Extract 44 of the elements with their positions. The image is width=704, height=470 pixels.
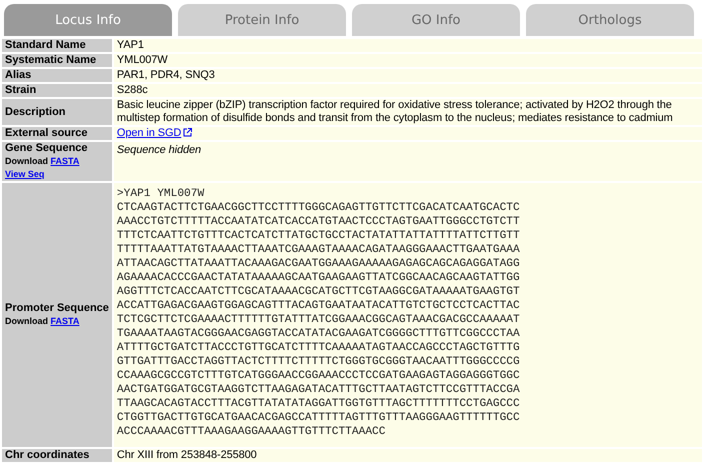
field-label: Description — [5, 106, 66, 118]
sequence-line: CTCAAGTACTTCTGAACGGCTTCCTTTTGGGCAGAGTTGTTCTTCGACATCAATGCACTC — [116, 201, 521, 215]
sequence-line: TTTCTCAATTCTGTTTCACTCATCTTATGCTGCCTACTATATTATTATTTTATTCTTGTT — [116, 229, 521, 243]
fasta-link[interactable]: FASTA — [50, 316, 80, 326]
sequence-line: AGAAAACACCCGAACTATATAAAAAGCAATGAAGAAGTTATCGGCAACAGCAAGTATTGG — [116, 271, 521, 285]
tab[interactable]: Protein Info — [178, 4, 346, 36]
field-value: YML007W — [116, 54, 168, 66]
sequence-line: AACTGATGGATGCGTAAGGTCTTAAGAGATACATTTGCTTAATAGTCTTCCGTTTACCGA — [116, 383, 521, 397]
download-label: Download — [5, 156, 48, 166]
sequence-line: TTTTTAAATTATGTAAAACTTAAATCGAAAGTAAAACAGATAAGGGAAACTTGAATGAAA — [116, 243, 521, 257]
sequence-status: Sequence hidden — [116, 143, 202, 158]
field-label: Promoter Sequence — [5, 302, 109, 314]
sequence-line: TCTCGCTTCTCGAAAACTTTTTTGTATTTATCGGAAACGGCAGTAAACGACGCCAAAAAT — [116, 313, 521, 327]
field-value: S288c — [116, 84, 148, 96]
sequence-line: TTAAGCACAGTACCTTTACGTTATATATAGGATTGGTGTTTAGCTTTTTTTCCTGAGCCC — [116, 397, 521, 411]
view-seq-link[interactable]: View Seq — [5, 169, 44, 179]
sequence-line: ATTTTGCTGATCTTACCCTGTTGCATCTTTTCAAAAATAGTAACCAGCCCTAGCTGTTTG — [116, 341, 521, 355]
sequence-line: TGAAAATAAGTACGGGAACGAGGTACCATATACGAAGATCGGGGCTTTGTTCGGCCCTAA — [116, 327, 521, 341]
field-label: Strain — [5, 84, 36, 96]
sequence-header: >YAP1 YML007W — [116, 187, 206, 201]
external-link-icon — [183, 128, 192, 137]
sgd-link[interactable]: Open in SGD — [116, 127, 182, 139]
field-label: Alias — [5, 69, 32, 81]
tab[interactable]: GO Info — [352, 4, 520, 36]
sequence-line: ATTAACAGCTTATAAATTACAAAGACGAATGGAAAGAAAAAGAGAGCAGCAGAGGATAGG — [116, 257, 521, 271]
sequence-line: CTGGTTGACTTGTGCATGAACACGAGCCATTTTTAGTTTGTTTAAGGGAAGTTTTTTGCC — [116, 411, 521, 425]
sequence-line: AGGTTTCTCACCAATCTTCGCATAAAACGCATGCTTCGTAAGGCGATAAAAATGAAGTGT — [116, 285, 521, 299]
download-label: Download — [5, 316, 48, 326]
field-label: Chr coordinates — [5, 449, 90, 461]
field-value: PAR1, PDR4, SNQ3 — [116, 69, 215, 81]
field-value: Chr XIII from 253848-255800 — [116, 449, 257, 461]
fasta-link[interactable]: FASTA — [50, 156, 80, 166]
field-value: Basic leucine zipper (bZIP) transcription factor required for oxidative stress tolerance; activated by H2O2 through the multistep formation of disulfide bonds and transit from the cytoplasm to the nucleus; mediates resistance to cadmium — [116, 99, 673, 124]
field-label: Gene Sequence — [5, 142, 88, 154]
sequence-line: ACCATTGAGACGAAGTGGAGCAGTTTACAGTGAATAATACATTGTCTGCTCCTCACTTAC — [116, 299, 521, 313]
tab[interactable]: Orthologs — [526, 4, 694, 36]
field-label: Standard Name — [5, 39, 86, 51]
sequence-line: CCAAAGCGCCGTCTTTGTCATGGGAACCGGAAACCCTCCGATGAAGAGTAGGAGGGTGGC — [116, 369, 521, 383]
sequence-line: GTTGATTTGACCTAGGTTACTCTTTTCTTTTTCTGGGTGCGGGTAACAATTTGGGCCCCG — [116, 355, 521, 369]
sequence-line: ACCCAAAACGTTTAAAGAAGGAAAAGTTGTTTCTTAAACC — [116, 425, 386, 439]
field-label: External source — [5, 127, 88, 139]
sequence-line: AAACCTGTCTTTTTACCAATATCATCACCATGTAACTCCCTAGTGAATTGGGCCTGTCTT — [116, 215, 521, 229]
field-value: YAP1 — [116, 39, 144, 51]
field-label: Systematic Name — [5, 54, 96, 66]
